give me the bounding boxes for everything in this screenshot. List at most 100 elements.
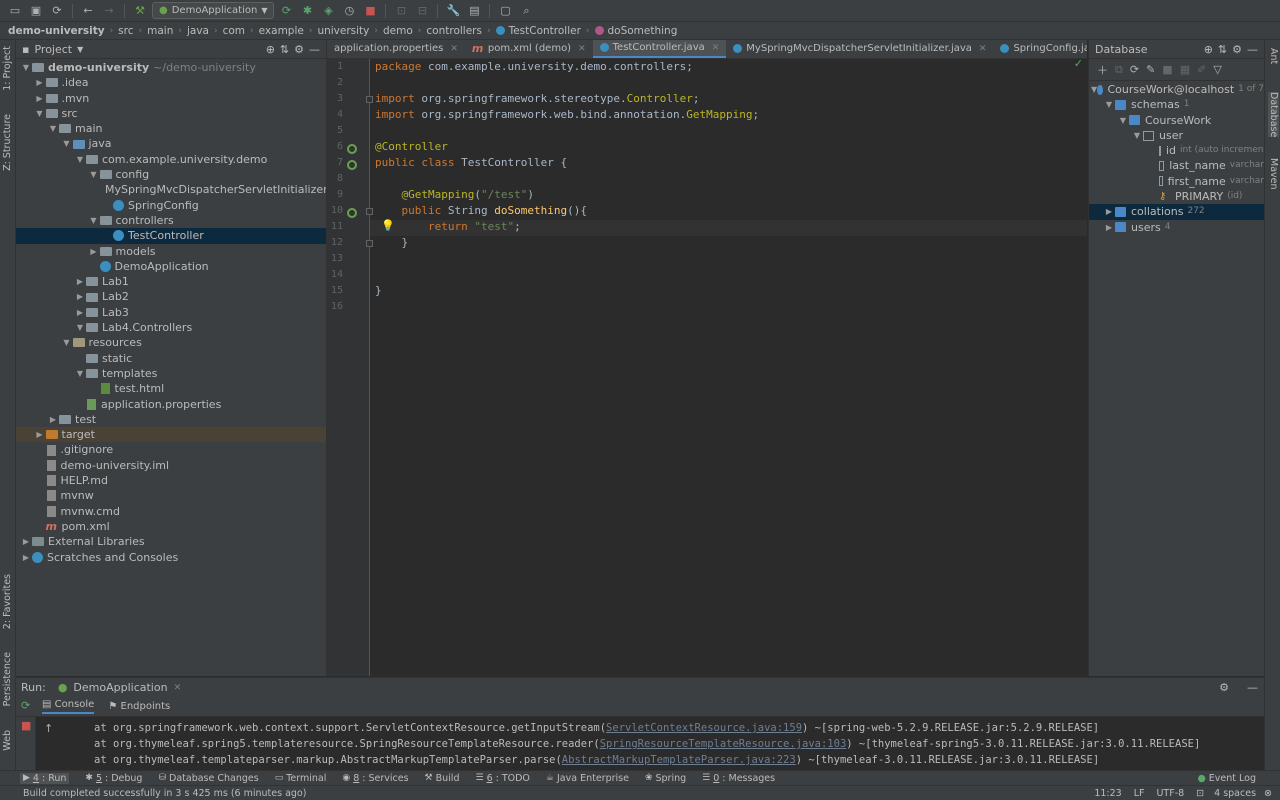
tree-item[interactable]: m pom.xml	[16, 519, 326, 534]
chevron-down-icon[interactable]: ▼	[47, 121, 59, 136]
fold-marker[interactable]	[366, 96, 373, 103]
run-config-select[interactable]: ● DemoApplication ▼	[152, 2, 275, 19]
run-icon[interactable]: ⟳	[277, 2, 295, 20]
chevron-down-icon[interactable]: ▼	[1131, 128, 1143, 143]
tree-item[interactable]: ▶ .mvn	[16, 91, 326, 106]
tree-item[interactable]: mvnw.cmd	[16, 504, 326, 519]
chevron-down-icon[interactable]: ▼	[20, 60, 32, 75]
tree-item[interactable]: ▼ demo-university ~/demo-university	[16, 60, 326, 75]
chevron-down-icon[interactable]: ▼	[1103, 97, 1115, 112]
tree-item[interactable]: ▼ java	[16, 136, 326, 151]
code-line[interactable]: return "test";	[375, 219, 521, 235]
tree-item[interactable]: ▶ Lab2	[16, 289, 326, 304]
tool-window-tab[interactable]: ☰ 6: TODO	[475, 773, 529, 784]
maven-tool-tab[interactable]: Maven	[1268, 158, 1279, 190]
console-line[interactable]: at org.thymeleaf.templateparser.markup.A…	[94, 754, 1099, 766]
stop-icon[interactable]: ■	[21, 719, 31, 732]
tool-window-tab[interactable]: ⛁ Database Changes	[158, 773, 258, 784]
back-icon[interactable]: ←	[79, 2, 97, 20]
tree-item[interactable]: TestController	[16, 228, 326, 244]
profile-icon[interactable]: ◷	[340, 2, 358, 20]
db-connection-row[interactable]: ▼ CourseWork@localhost 1 of 7	[1089, 82, 1264, 97]
breadcrumb-item[interactable]: demo	[383, 25, 413, 37]
plus-icon[interactable]: ＋	[1097, 62, 1108, 78]
tool-window-tab[interactable]: ▭ Terminal	[275, 773, 327, 784]
breadcrumb-item[interactable]: TestController	[495, 25, 581, 37]
tree-item[interactable]: MySpringMvcDispatcherServletInitializer	[16, 182, 326, 197]
db-column-row[interactable]: id int (auto increment)	[1089, 143, 1264, 158]
chevron-down-icon[interactable]: ▼	[74, 320, 86, 335]
minimize-icon[interactable]: —	[1247, 681, 1258, 694]
event-log-tab[interactable]: ● Event Log	[1198, 773, 1257, 784]
tree-item[interactable]: ▶ Lab3	[16, 305, 326, 320]
chevron-right-icon[interactable]: ▶	[1103, 204, 1115, 219]
db-index-row[interactable]: ⚷ PRIMARY (id)	[1089, 189, 1264, 204]
tool-window-tab[interactable]: ☰ 0: Messages	[702, 773, 775, 784]
forward-icon[interactable]: →	[100, 2, 118, 20]
copy-icon[interactable]: ⧉	[1115, 63, 1123, 77]
save-icon[interactable]: ▣	[27, 2, 45, 20]
chevron-right-icon[interactable]: ▶	[88, 244, 100, 259]
tree-item[interactable]: ▶ test	[16, 412, 326, 427]
breadcrumb-item[interactable]: demo-university	[8, 25, 105, 37]
request-mapping-gutter-icon[interactable]	[347, 208, 357, 218]
lock-icon[interactable]: ⊡	[1196, 788, 1204, 799]
chevron-right-icon[interactable]: ▶	[1103, 220, 1115, 235]
tool-window-tab[interactable]: ✱ 5: Debug	[85, 773, 142, 784]
debug-icon[interactable]: ✱	[298, 2, 316, 20]
tree-item[interactable]: ▶ models	[16, 244, 326, 259]
tree-item[interactable]: SpringConfig	[16, 198, 326, 213]
tab-console[interactable]: ▤ Console	[42, 699, 95, 714]
editor-tab[interactable]: MySpringMvcDispatcherServletInitializer.…	[726, 40, 993, 58]
db-table-row[interactable]: ▼ user	[1089, 128, 1264, 143]
chevron-right-icon[interactable]: ▶	[74, 305, 86, 320]
chevron-down-icon[interactable]: ▼	[74, 366, 86, 381]
source-link[interactable]: SpringResourceTemplateResource.java:103	[600, 738, 847, 750]
tool-window-tab[interactable]: ☕ Java Enterprise	[546, 773, 629, 784]
settings-icon[interactable]: 🔧	[444, 2, 462, 20]
chevron-right-icon[interactable]: ▶	[47, 412, 59, 427]
tree-item[interactable]: DemoApplication	[16, 259, 326, 274]
chevron-right-icon[interactable]: ▶	[34, 91, 46, 106]
tree-item[interactable]: ▶ .idea	[16, 75, 326, 90]
db-collations-row[interactable]: ▶ collations 272	[1089, 204, 1264, 220]
search-icon[interactable]: ⌕	[517, 2, 535, 20]
project-tool-tab[interactable]: 1: Project	[2, 46, 13, 91]
tree-item[interactable]: application.properties	[16, 397, 326, 412]
fold-marker[interactable]	[366, 240, 373, 247]
breadcrumb-item[interactable]: doSomething	[594, 25, 677, 37]
code-line[interactable]: import org.springframework.stereotype.Co…	[375, 91, 700, 107]
spring-bean-gutter-icon[interactable]	[347, 144, 357, 154]
code-line[interactable]: }	[375, 283, 382, 299]
console-line[interactable]: at org.springframework.web.context.suppo…	[94, 722, 1099, 734]
tool-window-tab[interactable]: ⚒ Build	[425, 773, 460, 784]
source-link[interactable]: ServletContextResource.java:159	[606, 722, 802, 734]
project-panel-title[interactable]: Project	[34, 43, 72, 56]
ant-tool-tab[interactable]: Ant	[1268, 48, 1279, 64]
spring-bean-gutter-icon[interactable]	[347, 160, 357, 170]
locate-icon[interactable]: ⊕	[266, 43, 275, 56]
breadcrumb-item[interactable]: java	[187, 25, 209, 37]
tree-item[interactable]: .gitignore	[16, 442, 326, 457]
layout-icon[interactable]: ▢	[496, 2, 514, 20]
editor-tab[interactable]: m pom.xml (demo) ✕	[465, 40, 593, 58]
tree-item[interactable]: ▼ com.example.university.demo	[16, 152, 326, 167]
tree-item[interactable]: demo-university.iml	[16, 458, 326, 473]
db-column-row[interactable]: first_name varchar	[1089, 174, 1264, 189]
chevron-right-icon[interactable]: ▶	[74, 289, 86, 304]
chevron-down-icon[interactable]: ▼	[74, 152, 86, 167]
tree-item[interactable]: ▶ Lab1	[16, 274, 326, 289]
run-config-tab[interactable]: DemoApplication	[73, 681, 167, 694]
breadcrumb-item[interactable]: university	[317, 25, 369, 37]
chevron-right-icon[interactable]: ▶	[74, 274, 86, 289]
rerun-icon[interactable]: ⟳	[21, 699, 30, 712]
chevron-down-icon[interactable]: ▼	[61, 335, 73, 350]
code-editor[interactable]: 1 2 3 4 5 6 7 8 9 10 11 12 13 14 15 16 package com.exam…	[327, 57, 1087, 676]
tree-item[interactable]: ▼ templates	[16, 366, 326, 381]
tree-item[interactable]: ▼ src	[16, 106, 326, 121]
database-tool-tab[interactable]: Database	[1268, 92, 1279, 138]
stop-icon[interactable]: ■	[361, 2, 379, 20]
tree-item[interactable]: test.html	[16, 381, 326, 396]
chevron-down-icon[interactable]: ▼	[1117, 113, 1129, 128]
chevron-down-icon[interactable]: ▼	[88, 167, 100, 182]
